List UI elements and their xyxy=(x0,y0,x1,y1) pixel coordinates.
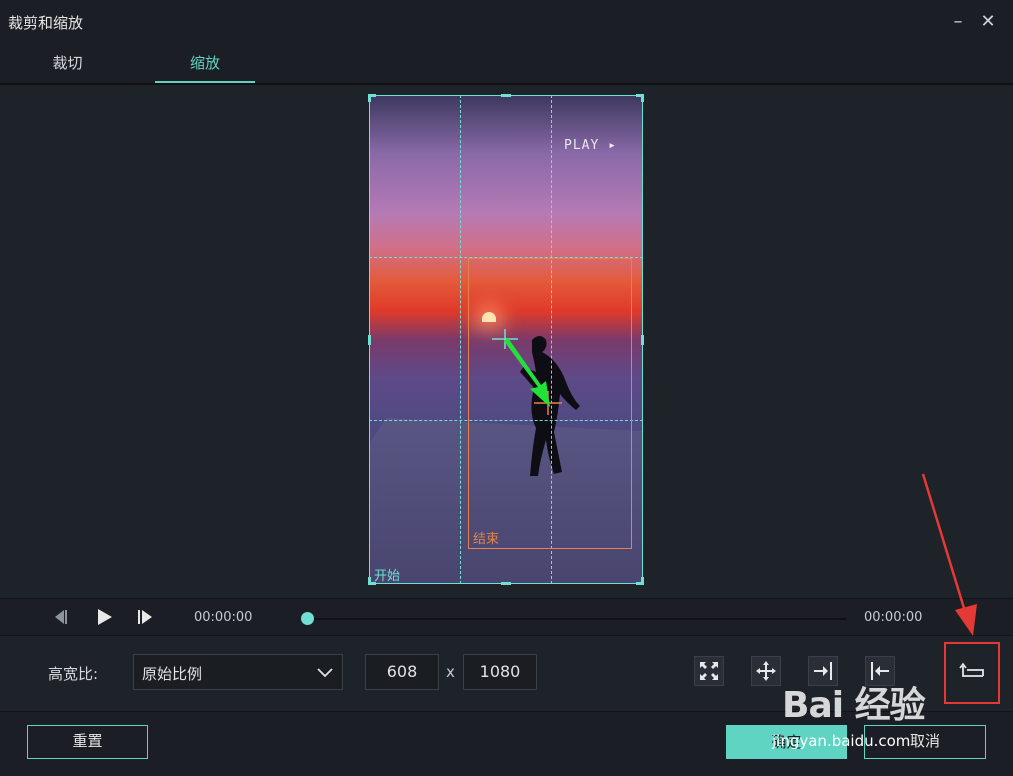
guide-line-v1 xyxy=(460,95,461,584)
total-time: 00:00:00 xyxy=(864,610,923,625)
height-input[interactable]: 1080 xyxy=(463,654,537,690)
timeline-track[interactable] xyxy=(307,618,846,620)
play-icon[interactable] xyxy=(94,607,114,627)
title-bar: 裁剪和缩放 – ✕ xyxy=(0,0,1013,44)
prev-frame-icon[interactable] xyxy=(50,607,70,627)
next-frame-icon[interactable] xyxy=(136,607,156,627)
aspect-ratio-value: 原始比例 xyxy=(142,665,203,683)
aspect-ratio-select[interactable]: 原始比例 xyxy=(133,654,343,690)
aspect-ratio-label: 高宽比: xyxy=(48,665,99,683)
minimize-button[interactable]: – xyxy=(946,8,970,36)
playback-bar: 00:00:00 00:00:00 xyxy=(0,598,1013,636)
edge-handle-bottom[interactable] xyxy=(501,582,511,585)
dimension-separator: x xyxy=(446,663,455,681)
reset-button[interactable]: 重置 xyxy=(27,725,148,759)
window-title: 裁剪和缩放 xyxy=(8,14,84,32)
width-input[interactable]: 608 xyxy=(365,654,439,690)
move-button[interactable] xyxy=(751,656,781,686)
annotation-arrow-icon xyxy=(921,473,977,636)
tab-crop[interactable]: 裁切 xyxy=(0,44,135,83)
close-button[interactable]: ✕ xyxy=(976,8,1000,36)
watermark-url: jingyan.baidu.com xyxy=(772,732,911,750)
corner-handle-tl-v[interactable] xyxy=(368,94,371,102)
corner-handle-bl-v[interactable] xyxy=(368,577,371,585)
fit-button[interactable] xyxy=(694,656,724,686)
timeline-knob[interactable] xyxy=(301,612,314,625)
corner-handle-tr-v[interactable] xyxy=(641,94,644,102)
corner-handle-br-v[interactable] xyxy=(641,577,644,585)
motion-path-icon xyxy=(492,329,562,415)
tab-bar: 裁切 缩放 xyxy=(0,44,1013,85)
current-time: 00:00:00 xyxy=(194,610,253,625)
edge-handle-right[interactable] xyxy=(641,335,644,345)
edge-handle-top[interactable] xyxy=(501,94,511,97)
baidu-watermark: Bai 经验 jingyan.baidu.com xyxy=(772,676,952,750)
highlight-box xyxy=(944,642,1000,704)
move-icon xyxy=(756,661,776,681)
watermark-brand: Bai 经验 xyxy=(782,685,926,726)
chevron-down-icon xyxy=(317,668,333,678)
fit-icon xyxy=(700,662,718,680)
end-label: 结束 xyxy=(473,532,500,547)
start-label: 开始 xyxy=(374,569,401,584)
tab-zoom[interactable]: 缩放 xyxy=(155,44,255,83)
edge-handle-left[interactable] xyxy=(368,335,371,345)
